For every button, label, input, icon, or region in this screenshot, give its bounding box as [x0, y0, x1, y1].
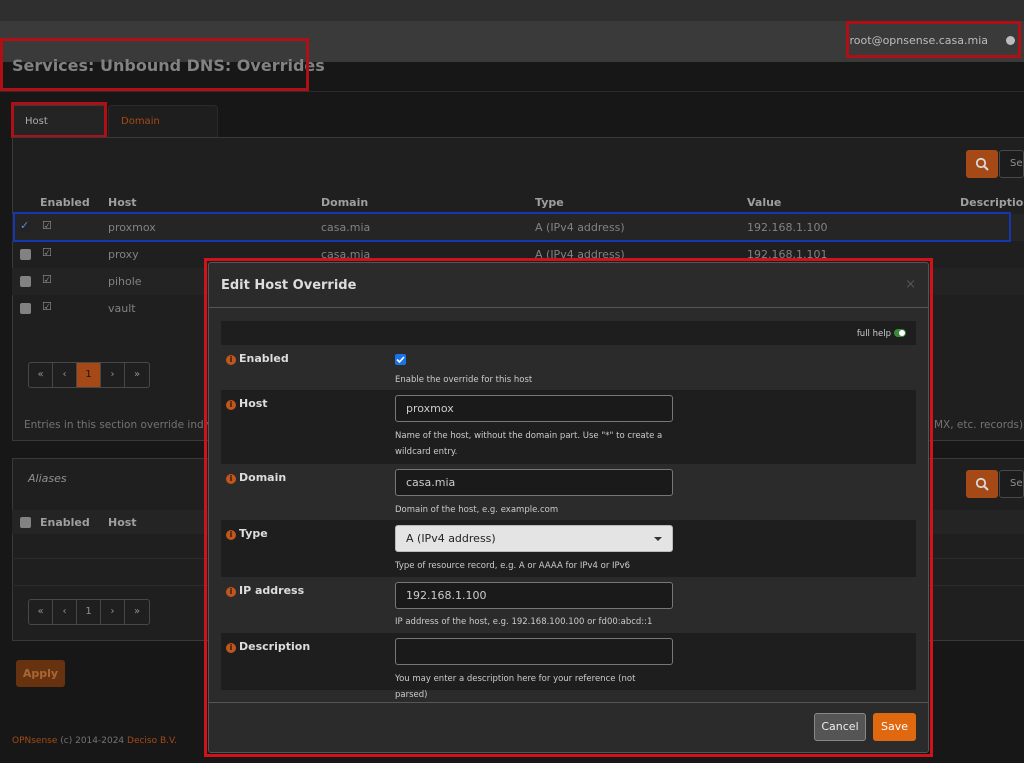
highlight-dialog [204, 258, 933, 757]
